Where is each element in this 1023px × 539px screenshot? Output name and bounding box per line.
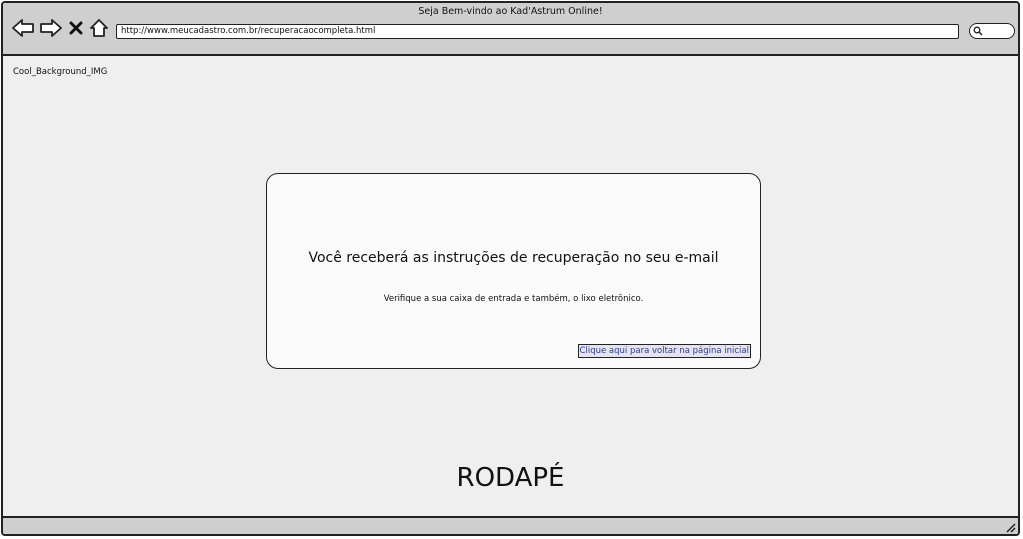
browser-window: Seja Bem-vindo ao Kad'Astrum Online! htt… xyxy=(1,1,1020,536)
background-image-label: Cool_Background_IMG xyxy=(13,67,108,77)
search-input[interactable] xyxy=(969,23,1015,39)
recovery-card: Você receberá as instruções de recuperaç… xyxy=(266,173,761,369)
arrow-left-icon[interactable] xyxy=(11,17,35,39)
window-title: Seja Bem-vindo ao Kad'Astrum Online! xyxy=(418,6,603,17)
footer-label: RODAPÉ xyxy=(456,463,565,493)
browser-toolbar: Seja Bem-vindo ao Kad'Astrum Online! htt… xyxy=(3,3,1018,56)
card-heading: Você receberá as instruções de recuperaç… xyxy=(308,250,719,266)
resize-grip-icon[interactable] xyxy=(1004,521,1016,533)
address-bar[interactable]: http://www.meucadastro.com.br/recuperaca… xyxy=(116,24,959,39)
search-icon xyxy=(973,26,983,36)
close-icon[interactable] xyxy=(68,17,84,39)
back-home-link[interactable]: Clique aqui para voltar na página inicia… xyxy=(577,344,751,358)
card-subtext: Verifique a sua caixa de entrada e també… xyxy=(383,294,644,304)
home-icon[interactable] xyxy=(89,17,109,39)
arrow-right-icon[interactable] xyxy=(39,17,63,39)
status-bar xyxy=(3,516,1018,534)
